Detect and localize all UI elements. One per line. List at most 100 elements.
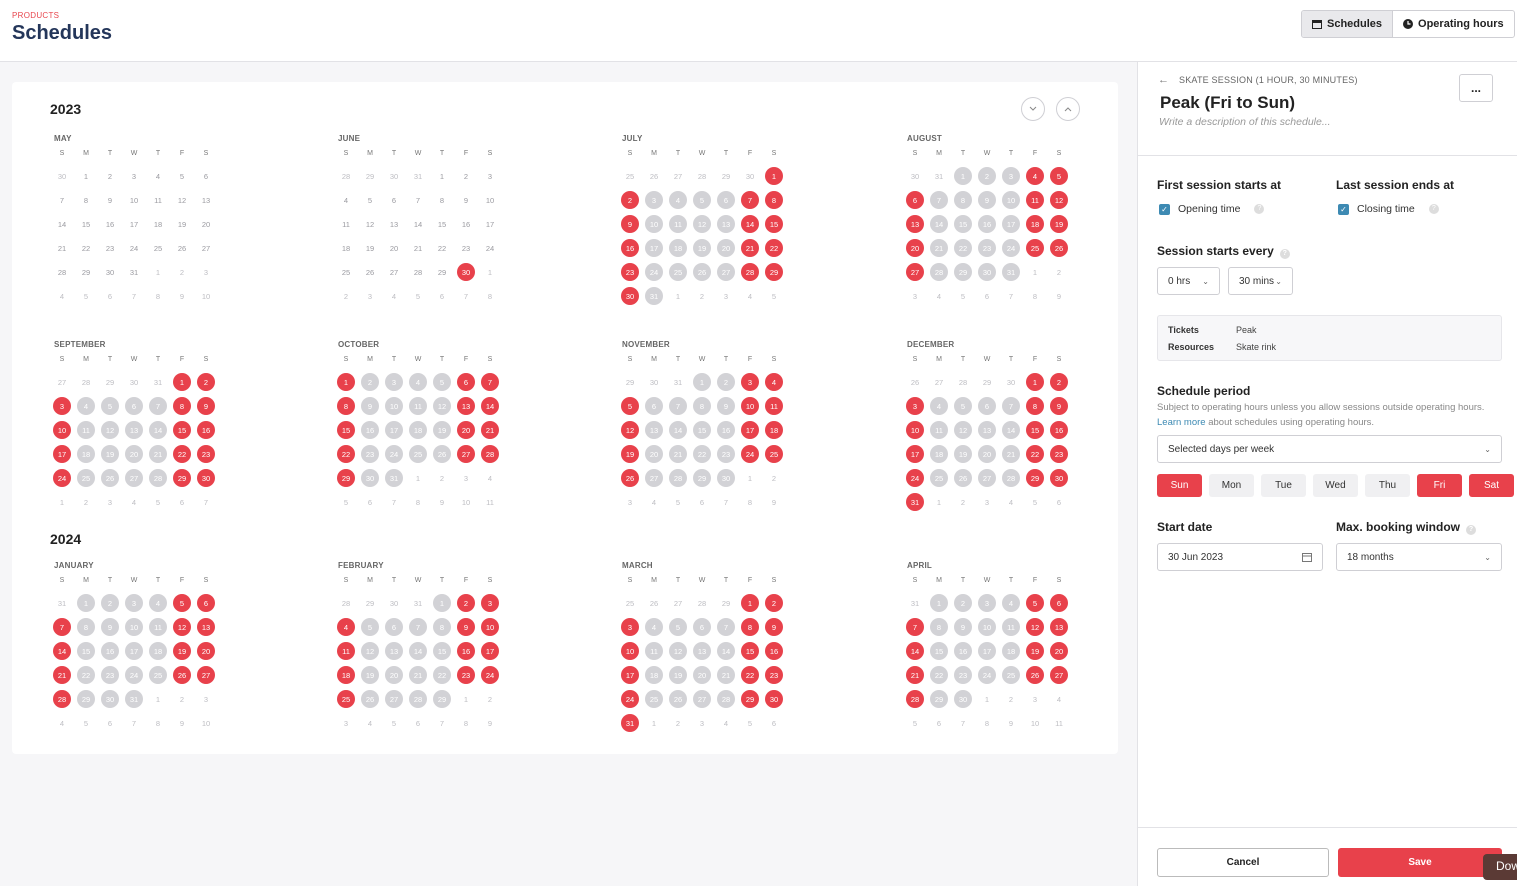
unscheduled-day[interactable]: 22 [693,445,711,463]
unscheduled-day[interactable]: 8 [954,191,972,209]
unscheduled-day[interactable]: 2 [954,594,972,612]
scheduled-day[interactable]: 17 [481,642,499,660]
unscheduled-day[interactable]: 6 [693,618,711,636]
scheduled-day[interactable]: 27 [457,445,475,463]
unscheduled-day[interactable]: 12 [101,421,119,439]
unscheduled-day[interactable]: 4 [930,397,948,415]
unscheduled-day[interactable]: 29 [930,690,948,708]
scheduled-day[interactable]: 23 [1050,445,1068,463]
unscheduled-day[interactable]: 30 [361,469,379,487]
unscheduled-day[interactable]: 30 [954,690,972,708]
unscheduled-day[interactable]: 28 [669,469,687,487]
unscheduled-day[interactable]: 2 [978,167,996,185]
unscheduled-day[interactable]: 29 [954,263,972,281]
scheduled-day[interactable]: 3 [481,594,499,612]
scheduled-day[interactable]: 10 [53,421,71,439]
scheduled-day[interactable]: 1 [173,373,191,391]
scheduled-day[interactable]: 31 [621,714,639,732]
start-date-input[interactable]: 30 Jun 2023 [1157,543,1323,571]
unscheduled-day[interactable]: 20 [717,239,735,257]
unscheduled-day[interactable]: 23 [954,666,972,684]
unscheduled-day[interactable]: 23 [361,445,379,463]
scheduled-day[interactable]: 23 [457,666,475,684]
scheduled-day[interactable]: 5 [1050,167,1068,185]
unscheduled-day[interactable]: 6 [645,397,663,415]
unscheduled-day[interactable]: 24 [978,666,996,684]
unscheduled-day[interactable]: 16 [954,642,972,660]
unscheduled-day[interactable]: 29 [693,469,711,487]
scheduled-day[interactable]: 28 [53,690,71,708]
unscheduled-day[interactable]: 18 [1002,642,1020,660]
unscheduled-day[interactable]: 16 [101,642,119,660]
scheduled-day[interactable]: 24 [621,690,639,708]
unscheduled-day[interactable]: 19 [361,666,379,684]
scheduled-day[interactable]: 29 [1026,469,1044,487]
scheduled-day[interactable]: 22 [1026,445,1044,463]
unscheduled-day[interactable]: 17 [1002,215,1020,233]
scheduled-day[interactable]: 10 [621,642,639,660]
unscheduled-day[interactable]: 20 [645,445,663,463]
unscheduled-day[interactable]: 13 [978,421,996,439]
scheduled-day[interactable]: 15 [1026,421,1044,439]
scheduled-day[interactable]: 2 [457,594,475,612]
unscheduled-day[interactable]: 26 [101,469,119,487]
unscheduled-day[interactable]: 5 [954,397,972,415]
unscheduled-day[interactable]: 10 [1002,191,1020,209]
scheduled-day[interactable]: 15 [173,421,191,439]
day-toggle-thu[interactable]: Thu [1365,474,1410,497]
scheduled-day[interactable]: 21 [481,421,499,439]
unscheduled-day[interactable]: 4 [149,594,167,612]
unscheduled-day[interactable]: 5 [433,373,451,391]
scheduled-day[interactable]: 13 [197,618,215,636]
unscheduled-day[interactable]: 22 [930,666,948,684]
unscheduled-day[interactable]: 14 [669,421,687,439]
more-options-button[interactable]: ... [1459,74,1493,102]
scheduled-day[interactable]: 14 [741,215,759,233]
scheduled-day[interactable]: 21 [741,239,759,257]
scheduled-day[interactable]: 15 [765,215,783,233]
unscheduled-day[interactable]: 14 [1002,421,1020,439]
unscheduled-day[interactable]: 5 [361,618,379,636]
day-toggle-sun[interactable]: Sun [1157,474,1202,497]
unscheduled-day[interactable]: 25 [1002,666,1020,684]
schedule-title[interactable]: Peak (Fri to Sun) [1160,93,1295,113]
scheduled-day[interactable]: 6 [906,191,924,209]
help-icon[interactable]: ? [1428,204,1439,214]
unscheduled-day[interactable]: 12 [954,421,972,439]
scheduled-day[interactable]: 8 [337,397,355,415]
unscheduled-day[interactable]: 27 [385,690,403,708]
scheduled-day[interactable]: 15 [741,642,759,660]
scheduled-day[interactable]: 20 [457,421,475,439]
scheduled-day[interactable]: 11 [1026,191,1044,209]
scheduled-day[interactable]: 18 [765,421,783,439]
scheduled-day[interactable]: 10 [481,618,499,636]
unscheduled-day[interactable]: 7 [149,397,167,415]
unscheduled-day[interactable]: 8 [77,618,95,636]
unscheduled-day[interactable]: 31 [645,287,663,305]
unscheduled-day[interactable]: 19 [101,445,119,463]
unscheduled-day[interactable]: 20 [693,666,711,684]
unscheduled-day[interactable]: 11 [1002,618,1020,636]
unscheduled-day[interactable]: 18 [77,445,95,463]
scheduled-day[interactable]: 22 [173,445,191,463]
scheduled-day[interactable]: 17 [53,445,71,463]
unscheduled-day[interactable]: 27 [693,690,711,708]
scheduled-day[interactable]: 13 [906,215,924,233]
unscheduled-day[interactable]: 5 [693,191,711,209]
unscheduled-day[interactable]: 1 [433,594,451,612]
scheduled-day[interactable]: 24 [53,469,71,487]
scheduled-day[interactable]: 10 [906,421,924,439]
unscheduled-day[interactable]: 4 [669,191,687,209]
unscheduled-day[interactable]: 7 [1002,397,1020,415]
scheduled-day[interactable]: 24 [906,469,924,487]
unscheduled-day[interactable]: 17 [125,642,143,660]
scheduled-day[interactable]: 6 [457,373,475,391]
scheduled-day[interactable]: 28 [481,445,499,463]
schedules-tab-button[interactable]: Schedules [1302,11,1394,37]
scheduled-day[interactable]: 3 [741,373,759,391]
scheduled-day[interactable]: 27 [197,666,215,684]
unscheduled-day[interactable]: 28 [409,690,427,708]
scheduled-day[interactable]: 29 [173,469,191,487]
unscheduled-day[interactable]: 16 [361,421,379,439]
unscheduled-day[interactable]: 26 [669,690,687,708]
